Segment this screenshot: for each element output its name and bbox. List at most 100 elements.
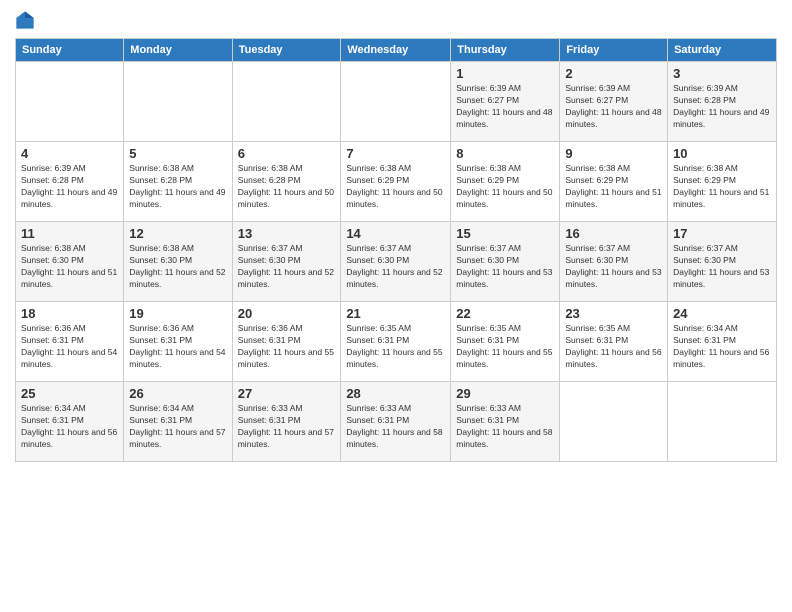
calendar-cell: 19 Sunrise: 6:36 AM Sunset: 6:31 PM Dayli… bbox=[124, 302, 232, 382]
weekday-header-monday: Monday bbox=[124, 39, 232, 62]
calendar-week-2: 4 Sunrise: 6:39 AM Sunset: 6:28 PM Daylig… bbox=[16, 142, 777, 222]
calendar-cell: 27 Sunrise: 6:33 AM Sunset: 6:31 PM Dayli… bbox=[232, 382, 341, 462]
day-info: Sunrise: 6:37 AM Sunset: 6:30 PM Dayligh… bbox=[456, 243, 554, 291]
weekday-header-saturday: Saturday bbox=[668, 39, 777, 62]
day-number: 28 bbox=[346, 386, 445, 401]
weekday-header-thursday: Thursday bbox=[451, 39, 560, 62]
day-number: 25 bbox=[21, 386, 118, 401]
calendar-cell bbox=[341, 62, 451, 142]
calendar-week-1: 1 Sunrise: 6:39 AM Sunset: 6:27 PM Daylig… bbox=[16, 62, 777, 142]
calendar-cell: 12 Sunrise: 6:38 AM Sunset: 6:30 PM Dayli… bbox=[124, 222, 232, 302]
day-number: 26 bbox=[129, 386, 226, 401]
day-number: 4 bbox=[21, 146, 118, 161]
page: SundayMondayTuesdayWednesdayThursdayFrid… bbox=[0, 0, 792, 612]
calendar-week-4: 18 Sunrise: 6:36 AM Sunset: 6:31 PM Dayli… bbox=[16, 302, 777, 382]
calendar-cell: 6 Sunrise: 6:38 AM Sunset: 6:28 PM Daylig… bbox=[232, 142, 341, 222]
day-info: Sunrise: 6:38 AM Sunset: 6:29 PM Dayligh… bbox=[673, 163, 771, 211]
day-info: Sunrise: 6:35 AM Sunset: 6:31 PM Dayligh… bbox=[456, 323, 554, 371]
day-number: 20 bbox=[238, 306, 336, 321]
day-number: 19 bbox=[129, 306, 226, 321]
day-info: Sunrise: 6:33 AM Sunset: 6:31 PM Dayligh… bbox=[346, 403, 445, 451]
day-info: Sunrise: 6:33 AM Sunset: 6:31 PM Dayligh… bbox=[238, 403, 336, 451]
weekday-header-friday: Friday bbox=[560, 39, 668, 62]
day-number: 17 bbox=[673, 226, 771, 241]
day-info: Sunrise: 6:39 AM Sunset: 6:27 PM Dayligh… bbox=[456, 83, 554, 131]
calendar-cell: 8Sunrise: 6:38 AM Sunset: 6:29 PM Daylig… bbox=[451, 142, 560, 222]
calendar-cell: 10 Sunrise: 6:38 AM Sunset: 6:29 PM Dayli… bbox=[668, 142, 777, 222]
day-number: 18 bbox=[21, 306, 118, 321]
calendar-cell: 20 Sunrise: 6:36 AM Sunset: 6:31 PM Dayli… bbox=[232, 302, 341, 382]
calendar-cell: 18 Sunrise: 6:36 AM Sunset: 6:31 PM Dayli… bbox=[16, 302, 124, 382]
calendar-cell bbox=[16, 62, 124, 142]
day-number: 13 bbox=[238, 226, 336, 241]
calendar-cell: 3 Sunrise: 6:39 AM Sunset: 6:28 PM Daylig… bbox=[668, 62, 777, 142]
day-info: Sunrise: 6:36 AM Sunset: 6:31 PM Dayligh… bbox=[238, 323, 336, 371]
calendar-cell: 11 Sunrise: 6:38 AM Sunset: 6:30 PM Dayli… bbox=[16, 222, 124, 302]
day-number: 14 bbox=[346, 226, 445, 241]
day-number: 6 bbox=[238, 146, 336, 161]
calendar-cell bbox=[124, 62, 232, 142]
day-info: Sunrise: 6:39 AM Sunset: 6:28 PM Dayligh… bbox=[21, 163, 118, 211]
day-number: 22 bbox=[456, 306, 554, 321]
day-info: Sunrise: 6:38 AM Sunset: 6:29 PM Dayligh… bbox=[346, 163, 445, 211]
calendar-cell bbox=[668, 382, 777, 462]
day-number: 29 bbox=[456, 386, 554, 401]
weekday-header-wednesday: Wednesday bbox=[341, 39, 451, 62]
day-info: Sunrise: 6:37 AM Sunset: 6:30 PM Dayligh… bbox=[346, 243, 445, 291]
day-info: Sunrise: 6:38 AM Sunset: 6:28 PM Dayligh… bbox=[238, 163, 336, 211]
calendar-cell bbox=[560, 382, 668, 462]
calendar-cell: 17 Sunrise: 6:37 AM Sunset: 6:30 PM Dayli… bbox=[668, 222, 777, 302]
day-number: 11 bbox=[21, 226, 118, 241]
calendar-cell: 23Sunrise: 6:35 AM Sunset: 6:31 PM Dayli… bbox=[560, 302, 668, 382]
calendar-cell: 16 Sunrise: 6:37 AM Sunset: 6:30 PM Dayli… bbox=[560, 222, 668, 302]
day-info: Sunrise: 6:34 AM Sunset: 6:31 PM Dayligh… bbox=[673, 323, 771, 371]
day-info: Sunrise: 6:37 AM Sunset: 6:30 PM Dayligh… bbox=[673, 243, 771, 291]
calendar-cell: 2 Sunrise: 6:39 AM Sunset: 6:27 PM Daylig… bbox=[560, 62, 668, 142]
calendar: SundayMondayTuesdayWednesdayThursdayFrid… bbox=[15, 38, 777, 462]
day-number: 3 bbox=[673, 66, 771, 81]
day-info: Sunrise: 6:35 AM Sunset: 6:31 PM Dayligh… bbox=[346, 323, 445, 371]
calendar-week-3: 11 Sunrise: 6:38 AM Sunset: 6:30 PM Dayli… bbox=[16, 222, 777, 302]
calendar-cell: 7 Sunrise: 6:38 AM Sunset: 6:29 PM Daylig… bbox=[341, 142, 451, 222]
calendar-cell: 13Sunrise: 6:37 AM Sunset: 6:30 PM Dayli… bbox=[232, 222, 341, 302]
calendar-cell: 28 Sunrise: 6:33 AM Sunset: 6:31 PM Dayli… bbox=[341, 382, 451, 462]
day-info: Sunrise: 6:38 AM Sunset: 6:30 PM Dayligh… bbox=[21, 243, 118, 291]
day-info: Sunrise: 6:38 AM Sunset: 6:29 PM Dayligh… bbox=[456, 163, 554, 211]
calendar-cell: 26 Sunrise: 6:34 AM Sunset: 6:31 PM Dayli… bbox=[124, 382, 232, 462]
day-info: Sunrise: 6:36 AM Sunset: 6:31 PM Dayligh… bbox=[21, 323, 118, 371]
calendar-cell: 5Sunrise: 6:38 AM Sunset: 6:28 PM Daylig… bbox=[124, 142, 232, 222]
day-info: Sunrise: 6:34 AM Sunset: 6:31 PM Dayligh… bbox=[21, 403, 118, 451]
day-number: 27 bbox=[238, 386, 336, 401]
day-info: Sunrise: 6:37 AM Sunset: 6:30 PM Dayligh… bbox=[565, 243, 662, 291]
day-number: 2 bbox=[565, 66, 662, 81]
day-number: 5 bbox=[129, 146, 226, 161]
day-info: Sunrise: 6:36 AM Sunset: 6:31 PM Dayligh… bbox=[129, 323, 226, 371]
day-number: 16 bbox=[565, 226, 662, 241]
calendar-cell: 21 Sunrise: 6:35 AM Sunset: 6:31 PM Dayli… bbox=[341, 302, 451, 382]
day-number: 12 bbox=[129, 226, 226, 241]
calendar-cell: 22 Sunrise: 6:35 AM Sunset: 6:31 PM Dayli… bbox=[451, 302, 560, 382]
weekday-header-sunday: Sunday bbox=[16, 39, 124, 62]
weekday-header-tuesday: Tuesday bbox=[232, 39, 341, 62]
calendar-cell: 4 Sunrise: 6:39 AM Sunset: 6:28 PM Daylig… bbox=[16, 142, 124, 222]
day-info: Sunrise: 6:39 AM Sunset: 6:27 PM Dayligh… bbox=[565, 83, 662, 131]
day-info: Sunrise: 6:38 AM Sunset: 6:30 PM Dayligh… bbox=[129, 243, 226, 291]
calendar-week-5: 25 Sunrise: 6:34 AM Sunset: 6:31 PM Dayli… bbox=[16, 382, 777, 462]
day-number: 10 bbox=[673, 146, 771, 161]
calendar-cell: 24Sunrise: 6:34 AM Sunset: 6:31 PM Dayli… bbox=[668, 302, 777, 382]
day-info: Sunrise: 6:39 AM Sunset: 6:28 PM Dayligh… bbox=[673, 83, 771, 131]
day-info: Sunrise: 6:33 AM Sunset: 6:31 PM Dayligh… bbox=[456, 403, 554, 451]
header bbox=[15, 10, 777, 30]
calendar-cell: 1 Sunrise: 6:39 AM Sunset: 6:27 PM Daylig… bbox=[451, 62, 560, 142]
calendar-cell: 25 Sunrise: 6:34 AM Sunset: 6:31 PM Dayli… bbox=[16, 382, 124, 462]
day-number: 9 bbox=[565, 146, 662, 161]
day-info: Sunrise: 6:34 AM Sunset: 6:31 PM Dayligh… bbox=[129, 403, 226, 451]
calendar-cell: 15 Sunrise: 6:37 AM Sunset: 6:30 PM Dayli… bbox=[451, 222, 560, 302]
day-number: 15 bbox=[456, 226, 554, 241]
day-info: Sunrise: 6:38 AM Sunset: 6:29 PM Dayligh… bbox=[565, 163, 662, 211]
day-number: 21 bbox=[346, 306, 445, 321]
day-number: 1 bbox=[456, 66, 554, 81]
day-number: 7 bbox=[346, 146, 445, 161]
logo bbox=[15, 10, 39, 30]
weekday-header-row: SundayMondayTuesdayWednesdayThursdayFrid… bbox=[16, 39, 777, 62]
